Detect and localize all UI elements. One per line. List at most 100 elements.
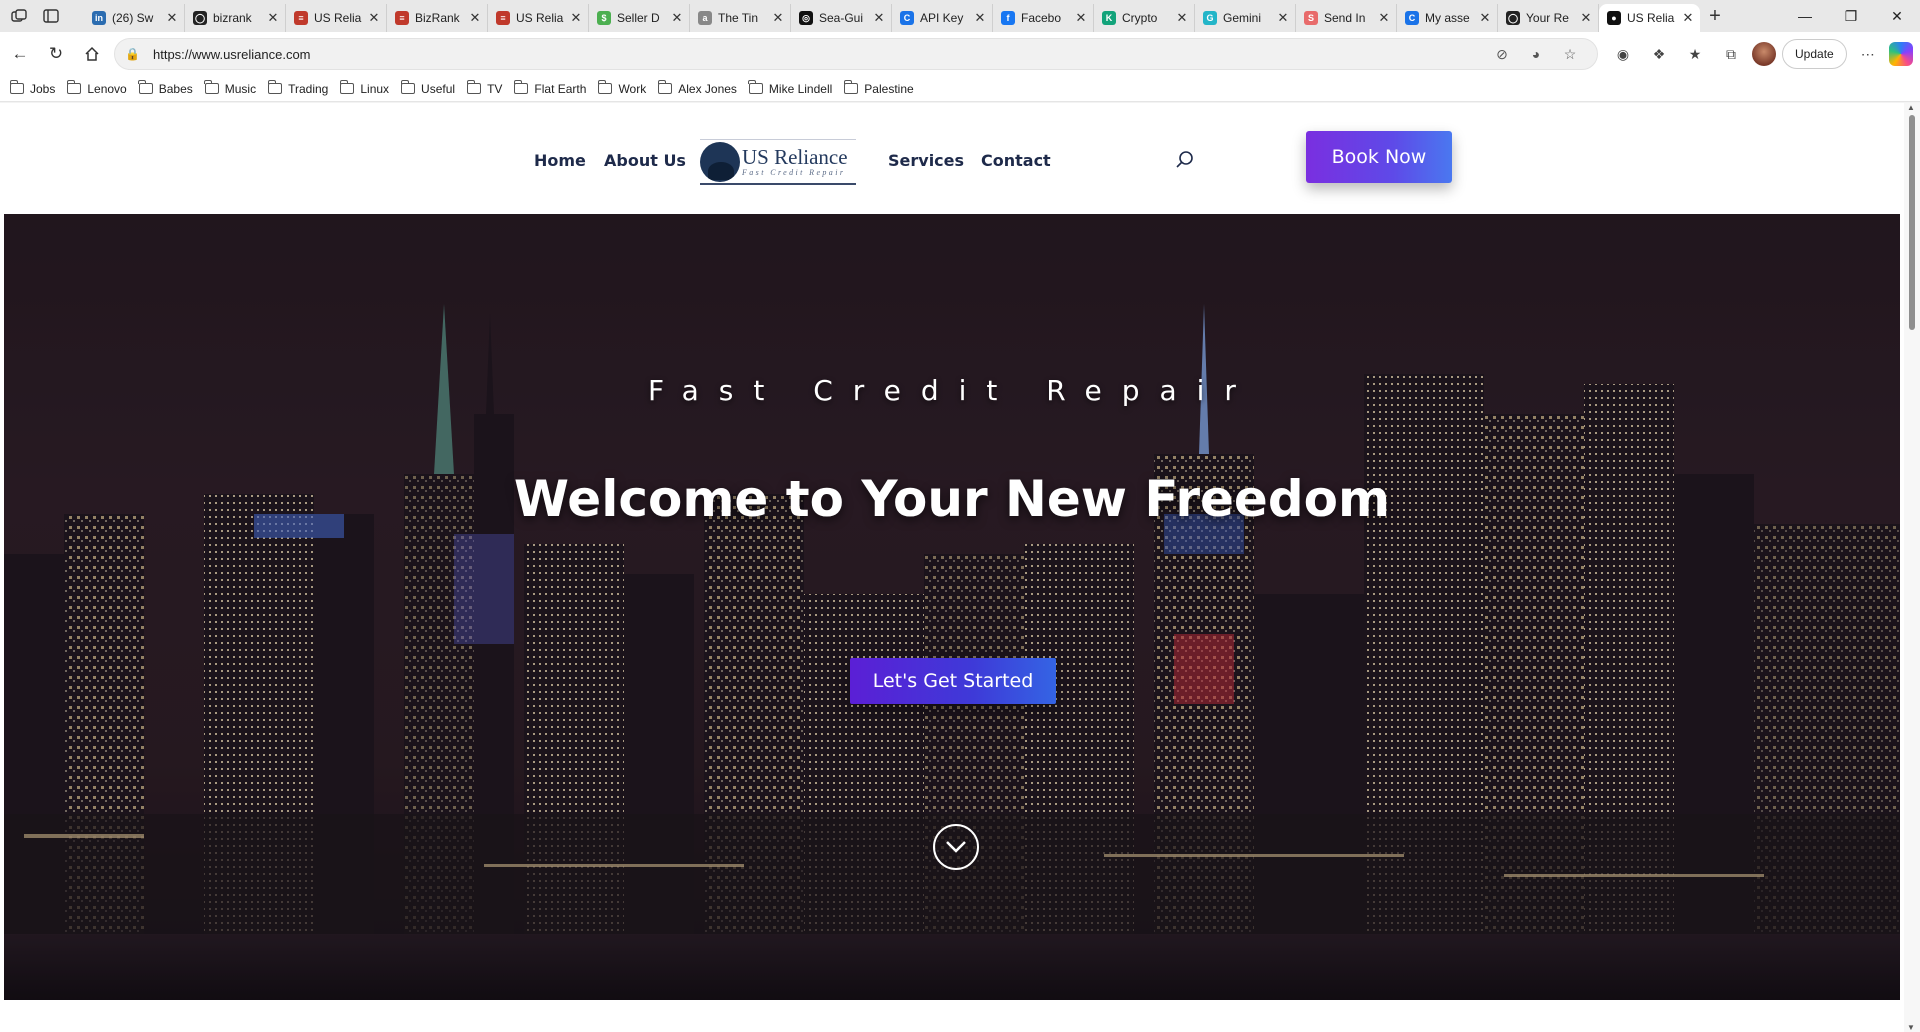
bookmark-folder[interactable]: Babes bbox=[138, 80, 193, 96]
bookmark-folder[interactable]: Useful bbox=[400, 80, 456, 96]
tab-close-icon[interactable]: ✕ bbox=[772, 10, 784, 26]
lock-icon[interactable]: 🔒 bbox=[125, 47, 141, 61]
folder-icon bbox=[843, 80, 859, 94]
bookmark-folder[interactable]: Trading bbox=[267, 80, 329, 96]
browser-essentials-icon[interactable]: ◉ bbox=[1608, 39, 1638, 69]
scroll-up-icon[interactable]: ▲ bbox=[1907, 103, 1915, 112]
bookmark-folder[interactable]: Lenovo bbox=[66, 80, 127, 96]
more-menu-icon[interactable]: ⋯ bbox=[1853, 39, 1883, 69]
tab-close-icon[interactable]: ✕ bbox=[570, 10, 582, 26]
bookmark-label: Useful bbox=[421, 81, 456, 96]
browser-tab-strip: in (26) Sw ✕ ◯ bizrank ✕ ≡ US Relia ✕ ≡ BizRank ✕ ≡ U… bbox=[0, 0, 1920, 32]
tab-close-icon[interactable]: ✕ bbox=[873, 10, 885, 26]
get-started-button[interactable]: Let's Get Started bbox=[850, 658, 1056, 704]
nav-contact-link[interactable]: Contact bbox=[981, 151, 1051, 170]
bookmark-label: Mike Lindell bbox=[768, 81, 833, 96]
favorite-star-icon[interactable]: ☆ bbox=[1553, 46, 1587, 63]
tab-close-icon[interactable]: ✕ bbox=[1682, 10, 1694, 26]
page-scrollbar[interactable]: ▲ ▼ bbox=[1904, 103, 1920, 1032]
folder-icon bbox=[204, 80, 219, 94]
tab-close-icon[interactable]: ✕ bbox=[368, 10, 380, 26]
browser-tab[interactable]: ◎ Sea-Gui ✕ bbox=[791, 4, 892, 32]
bookmark-folder[interactable]: Work bbox=[597, 80, 646, 96]
site-logo[interactable]: US Reliance Fast Credit Repair bbox=[700, 139, 856, 185]
browser-tab[interactable]: ≡ US Relia ✕ bbox=[286, 4, 387, 32]
page-viewport: Home About Us US Reliance Fast Credit Re… bbox=[0, 103, 1920, 1032]
bookmark-folder[interactable]: Mike Lindell bbox=[748, 80, 833, 96]
bookmark-folder[interactable]: Jobs bbox=[9, 80, 55, 96]
update-button[interactable]: Update bbox=[1782, 39, 1847, 69]
nav-about-link[interactable]: About Us bbox=[604, 151, 686, 170]
nav-home-link[interactable]: Home bbox=[534, 151, 586, 170]
minimize-button[interactable]: — bbox=[1782, 0, 1828, 32]
back-icon[interactable]: ← bbox=[2, 36, 38, 72]
browser-tab[interactable]: ◯ bizrank ✕ bbox=[185, 4, 286, 32]
tab-title: (26) Sw bbox=[112, 11, 154, 25]
tracking-prevention-icon[interactable]: ⊘ bbox=[1485, 46, 1519, 63]
logo-emblem-icon bbox=[700, 141, 740, 182]
favorites-icon[interactable]: ★ bbox=[1680, 39, 1710, 69]
tab-actions-icon[interactable] bbox=[42, 8, 60, 24]
site-header: Home About Us US Reliance Fast Credit Re… bbox=[4, 103, 1900, 214]
browser-tab[interactable]: ◯ Your Re ✕ bbox=[1498, 4, 1599, 32]
bookmark-folder[interactable]: Music bbox=[204, 80, 256, 96]
bookmark-folder[interactable]: Linux bbox=[339, 80, 389, 96]
browser-tab[interactable]: ≡ US Relia ✕ bbox=[488, 4, 589, 32]
bookmark-folder[interactable]: Alex Jones bbox=[657, 80, 737, 96]
bookmarks-bar: Jobs Lenovo Babes Music Trading Linux Useful TV… bbox=[0, 76, 1920, 102]
browser-tab[interactable]: K Crypto ✕ bbox=[1094, 4, 1195, 32]
extensions-icon[interactable]: ❖ bbox=[1644, 39, 1674, 69]
bookmark-label: Flat Earth bbox=[534, 81, 587, 96]
tab-close-icon[interactable]: ✕ bbox=[469, 10, 481, 26]
search-icon[interactable] bbox=[1174, 149, 1196, 171]
tab-close-icon[interactable]: ✕ bbox=[671, 10, 683, 26]
bookmark-folder[interactable]: Palestine bbox=[843, 80, 914, 96]
read-aloud-icon[interactable]: ◕ bbox=[1519, 46, 1553, 62]
url-text[interactable]: https://www.usreliance.com bbox=[153, 47, 1485, 62]
restore-button[interactable]: ❐ bbox=[1828, 0, 1874, 32]
collections-icon[interactable]: ⧉ bbox=[1716, 39, 1746, 69]
tab-close-icon[interactable]: ✕ bbox=[1378, 10, 1390, 26]
tab-close-icon[interactable]: ✕ bbox=[166, 10, 178, 26]
scroll-down-icon[interactable] bbox=[933, 824, 979, 870]
hero-eyebrow: Fast Credit Repair bbox=[648, 374, 1256, 407]
browser-tab[interactable]: ≡ BizRank ✕ bbox=[387, 4, 488, 32]
tab-close-icon[interactable]: ✕ bbox=[1479, 10, 1491, 26]
tab-favicon-icon: $ bbox=[597, 11, 611, 25]
scroll-down-arrow-icon[interactable]: ▼ bbox=[1907, 1023, 1915, 1032]
tab-title: The Tin bbox=[718, 11, 759, 25]
browser-tab[interactable]: ● US Relia ✕ bbox=[1599, 4, 1700, 32]
browser-tab[interactable]: S Send In ✕ bbox=[1296, 4, 1397, 32]
tab-close-icon[interactable]: ✕ bbox=[1176, 10, 1188, 26]
bookmark-folder[interactable]: Flat Earth bbox=[513, 80, 587, 96]
new-tab-button[interactable]: + bbox=[1700, 2, 1730, 30]
workspaces-icon[interactable] bbox=[10, 8, 28, 24]
close-window-button[interactable]: ✕ bbox=[1874, 0, 1920, 32]
nav-services-link[interactable]: Services bbox=[888, 151, 964, 170]
bookmark-folder[interactable]: TV bbox=[466, 80, 502, 96]
tab-title: Crypto bbox=[1122, 11, 1158, 25]
browser-tab[interactable]: C My asse ✕ bbox=[1397, 4, 1498, 32]
tab-favicon-icon: in bbox=[92, 11, 106, 25]
profile-avatar[interactable] bbox=[1752, 42, 1776, 66]
tab-title: API Key bbox=[920, 11, 964, 25]
tab-favicon-icon: C bbox=[900, 11, 914, 25]
browser-tab[interactable]: in (26) Sw ✕ bbox=[84, 4, 185, 32]
scrollbar-thumb[interactable] bbox=[1909, 115, 1915, 330]
copilot-icon[interactable] bbox=[1888, 42, 1913, 66]
tab-close-icon[interactable]: ✕ bbox=[1580, 10, 1592, 26]
tab-close-icon[interactable]: ✕ bbox=[974, 10, 986, 26]
browser-tab[interactable]: C API Key ✕ bbox=[892, 4, 993, 32]
bookmark-label: Trading bbox=[288, 81, 329, 96]
tab-close-icon[interactable]: ✕ bbox=[1075, 10, 1087, 26]
browser-tab[interactable]: $ Seller D ✕ bbox=[589, 4, 690, 32]
browser-tab[interactable]: a The Tin ✕ bbox=[690, 4, 791, 32]
browser-tab[interactable]: f Facebo ✕ bbox=[993, 4, 1094, 32]
tab-close-icon[interactable]: ✕ bbox=[1277, 10, 1289, 26]
refresh-icon[interactable]: ↻ bbox=[38, 36, 74, 72]
home-icon[interactable] bbox=[74, 36, 110, 72]
browser-tab[interactable]: G Gemini ✕ bbox=[1195, 4, 1296, 32]
book-now-button[interactable]: Book Now bbox=[1306, 131, 1452, 183]
address-bar[interactable]: 🔒 https://www.usreliance.com ⊘ ◕ ☆ bbox=[114, 38, 1598, 70]
tab-close-icon[interactable]: ✕ bbox=[267, 10, 279, 26]
